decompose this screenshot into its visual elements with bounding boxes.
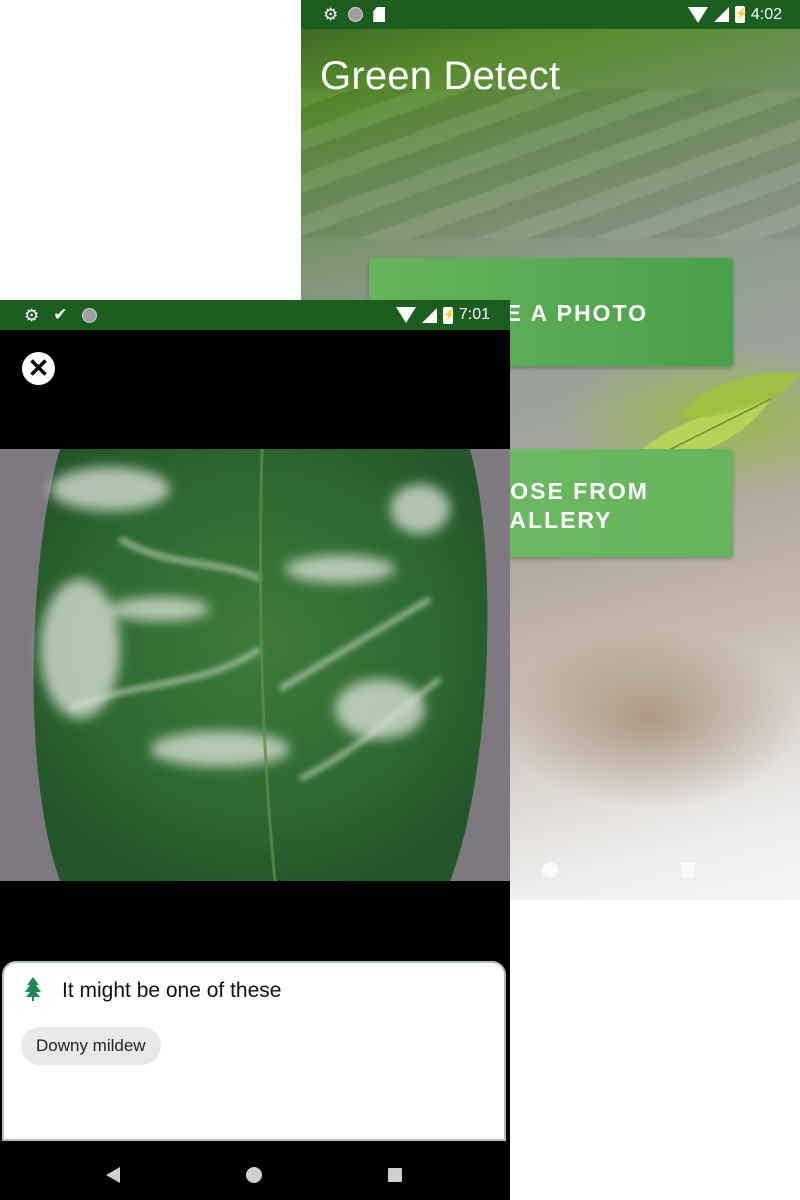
result-screen: ⚙ ✔ ⚡ 7:01 ✕ It might be one of these Do… xyxy=(0,300,510,1200)
tree-icon xyxy=(25,977,41,1001)
gear-icon: ⚙ xyxy=(323,5,339,24)
circle-icon xyxy=(81,307,97,323)
recents-icon[interactable] xyxy=(681,863,695,877)
sd-card-icon xyxy=(373,7,386,22)
cell-signal-icon xyxy=(421,307,437,323)
home-icon[interactable] xyxy=(246,1167,262,1183)
home-icon[interactable] xyxy=(542,862,558,878)
wifi-icon xyxy=(395,307,416,323)
suggestion-chip[interactable]: Downy mildew xyxy=(21,1027,161,1065)
status-time: 7:01 xyxy=(458,306,490,323)
back-icon[interactable] xyxy=(106,1167,120,1183)
result-card: It might be one of these Downy mildew xyxy=(2,961,506,1141)
close-icon[interactable]: ✕ xyxy=(22,352,55,385)
wifi-icon xyxy=(687,6,708,23)
cell-signal-icon xyxy=(713,7,729,22)
leaf-photo xyxy=(0,449,510,881)
result-heading: It might be one of these xyxy=(62,979,282,1002)
recents-icon[interactable] xyxy=(388,1168,402,1182)
app-title: Green Detect xyxy=(320,54,561,98)
status-bar: ⚙ ✔ ⚡ 7:01 xyxy=(0,300,510,330)
battery-charging-icon: ⚡ xyxy=(442,306,457,324)
status-bar: ⚙ ⚡ 4:02 xyxy=(301,0,800,29)
gear-icon: ⚙ xyxy=(24,305,40,325)
battery-charging-icon: ⚡ xyxy=(734,6,749,23)
background-blur xyxy=(301,89,800,239)
status-time: 4:02 xyxy=(750,5,782,23)
check-icon: ✔ xyxy=(53,305,68,324)
soil-image xyxy=(491,589,800,869)
circle-icon xyxy=(348,7,364,22)
navigation-bar xyxy=(0,1145,510,1200)
